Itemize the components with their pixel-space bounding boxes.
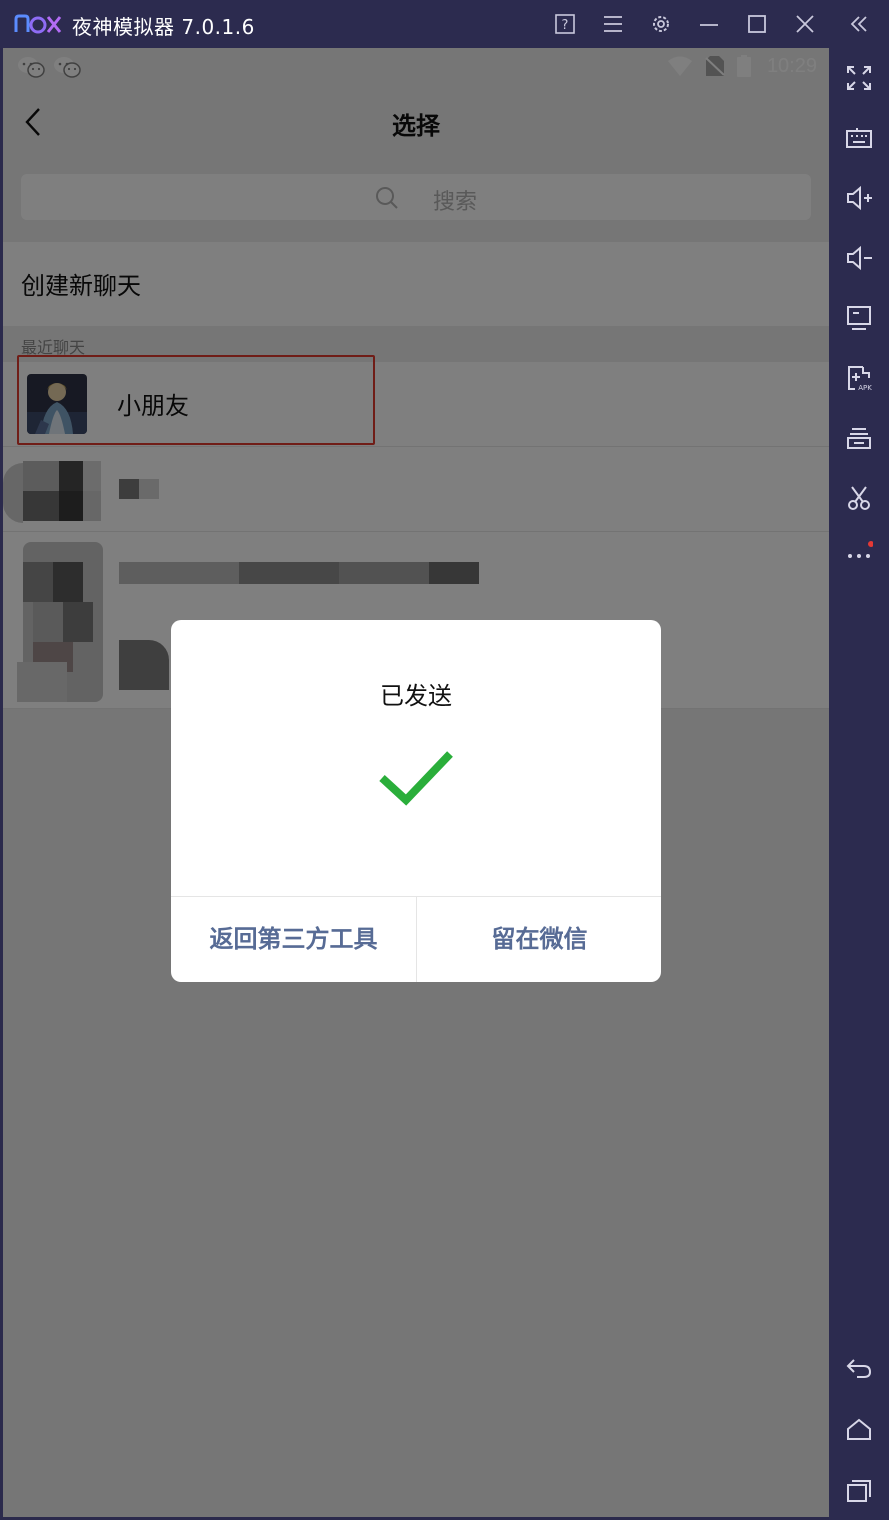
checkmark-icon	[379, 751, 453, 806]
stay-in-wechat-button[interactable]: 留在微信	[417, 897, 661, 982]
svg-text:?: ?	[562, 18, 569, 33]
more-icon[interactable]	[845, 538, 873, 566]
menu-icon[interactable]	[601, 12, 625, 36]
dialog-title: 已发送	[380, 682, 452, 710]
volume-up-icon[interactable]	[845, 184, 873, 212]
multi-instance-icon[interactable]	[845, 424, 873, 452]
return-third-party-button[interactable]: 返回第三方工具	[171, 897, 416, 982]
screenshot-icon[interactable]	[845, 484, 873, 512]
maximize-icon[interactable]	[745, 12, 769, 36]
screen-icon[interactable]	[845, 304, 873, 332]
home-nav-icon[interactable]	[845, 1416, 873, 1444]
keyboard-icon[interactable]	[845, 124, 873, 152]
help-icon[interactable]: ?	[553, 12, 577, 36]
volume-down-icon[interactable]	[845, 244, 873, 272]
back-nav-icon[interactable]	[845, 1354, 873, 1382]
add-apk-icon[interactable]: APK	[845, 364, 873, 392]
svg-text:APK: APK	[858, 384, 872, 392]
app-title: 夜神模拟器 7.0.1.6	[72, 15, 255, 39]
emulator-sidebar: APK	[829, 48, 889, 1520]
minimize-icon[interactable]	[697, 12, 721, 36]
sent-dialog: 已发送 返回第三方工具 留在微信	[171, 620, 661, 982]
recent-apps-icon[interactable]	[845, 1476, 873, 1504]
emulator-title-bar: 夜神模拟器 7.0.1.6 ?	[0, 0, 889, 48]
close-icon[interactable]	[793, 12, 817, 36]
settings-icon[interactable]	[649, 12, 673, 36]
collapse-sidebar-icon[interactable]	[847, 12, 871, 36]
nox-logo-icon	[14, 14, 62, 34]
fullscreen-icon[interactable]	[845, 64, 873, 92]
